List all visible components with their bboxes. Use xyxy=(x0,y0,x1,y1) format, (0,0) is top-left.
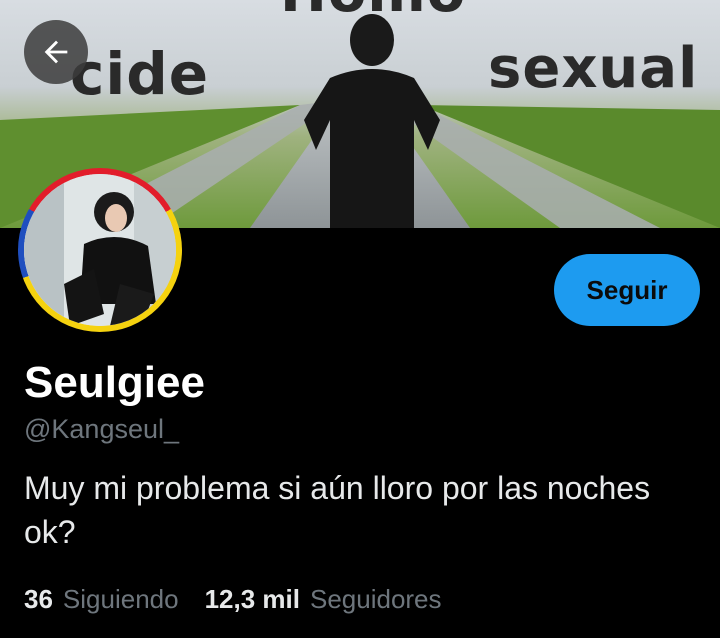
following-label[interactable]: Siguiendo xyxy=(63,584,179,615)
profile-bio: Muy mi problema si aún lloro por las noc… xyxy=(24,470,651,550)
avatar-ring[interactable] xyxy=(18,168,182,332)
banner-text-right: sexual xyxy=(488,36,699,101)
followers-label[interactable]: Seguidores xyxy=(310,584,442,615)
banner-text-top: Homo xyxy=(280,0,466,25)
back-button[interactable] xyxy=(24,20,88,84)
following-count[interactable]: 36 xyxy=(24,584,53,615)
banner-text-left: cide xyxy=(70,40,210,108)
profile-stats: 36 Siguiendo 12,3 mil Seguidores xyxy=(24,584,442,615)
profile-name: Seulgiee xyxy=(24,358,205,407)
avatar xyxy=(24,174,176,326)
follow-button[interactable]: Seguir xyxy=(554,254,700,326)
followers-count[interactable]: 12,3 mil xyxy=(205,584,300,615)
arrow-left-icon xyxy=(44,40,68,64)
profile-handle: @Kangseul_ xyxy=(24,414,180,444)
